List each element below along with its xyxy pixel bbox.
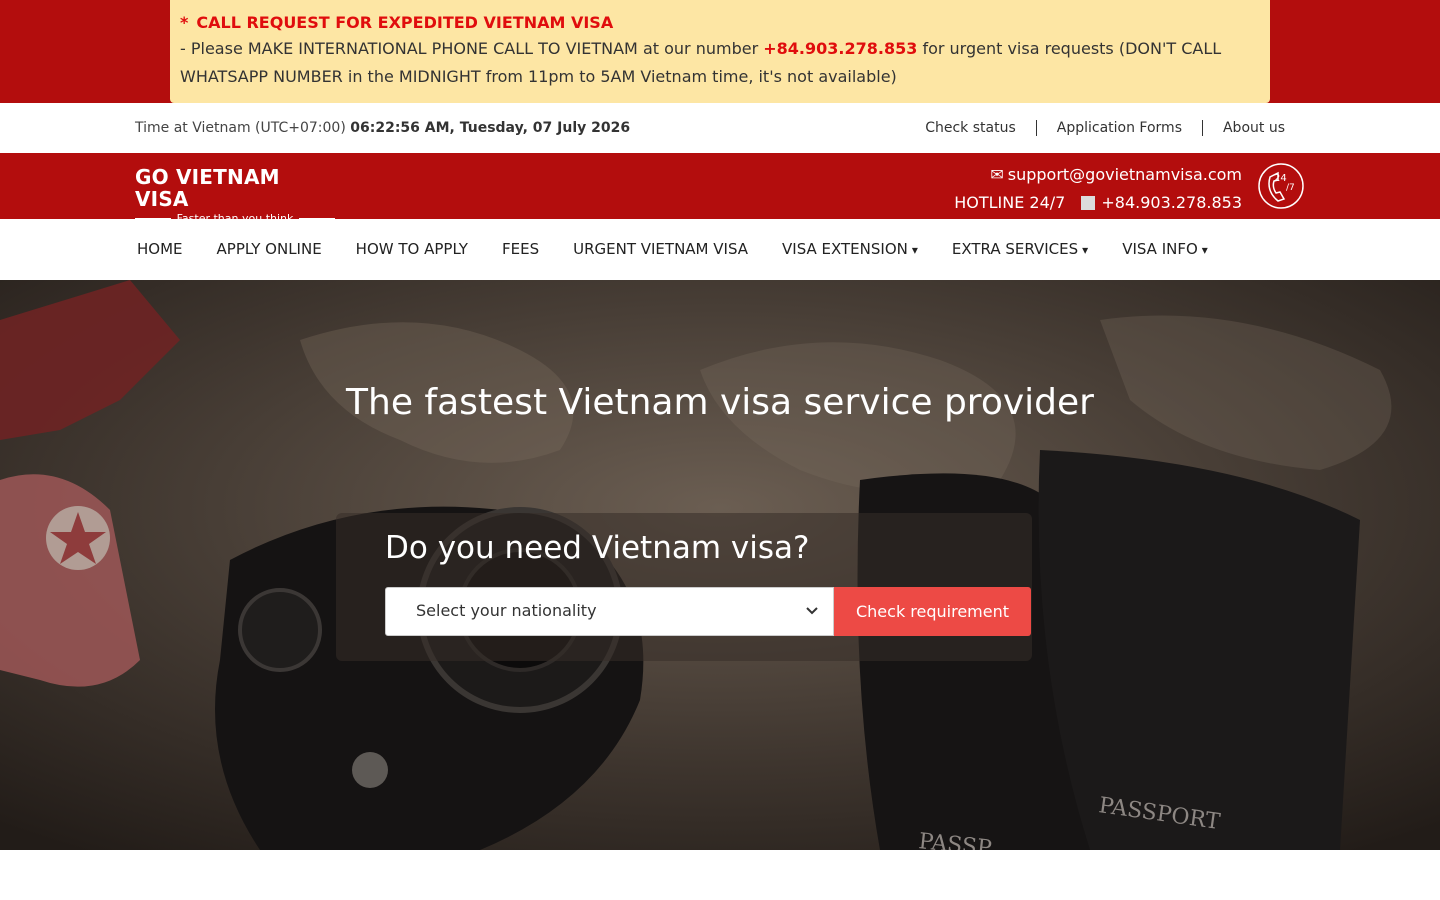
nationality-search-panel: Do you need Vietnam visa? Select your na… <box>336 513 1032 661</box>
urgent-alert-strip: * CALL REQUEST FOR EXPEDITED VIETNAM VISA… <box>0 0 1440 103</box>
application-forms-link[interactable]: Application Forms <box>1035 120 1202 136</box>
utility-links: Check status Application Forms About us <box>905 120 1285 136</box>
search-question: Do you need Vietnam visa? <box>385 530 810 566</box>
nav-visa-info-label: VISA INFO <box>1122 240 1198 258</box>
envelope-icon: ✉ <box>990 165 1004 184</box>
email-row: ✉ support@govietnamvisa.com <box>954 161 1242 189</box>
alert-phone-link[interactable]: +84.903.278.853 <box>763 39 917 58</box>
vietnam-time: Time at Vietnam (UTC+07:00) 06:22:56 AM,… <box>135 120 630 136</box>
check-status-link[interactable]: Check status <box>905 120 1036 136</box>
alert-title-text: CALL REQUEST FOR EXPEDITED VIETNAM VISA <box>196 13 614 32</box>
hotline-label: HOTLINE 24/7 <box>954 193 1066 212</box>
alert-title: * CALL REQUEST FOR EXPEDITED VIETNAM VISA <box>180 12 1260 34</box>
alert-star: * <box>180 13 189 32</box>
check-requirement-button[interactable]: Check requirement <box>834 587 1031 636</box>
contact-info: ✉ support@govietnamvisa.com HOTLINE 24/7 +… <box>954 161 1242 217</box>
nav-how-to-apply[interactable]: HOW TO APPLY <box>356 240 468 258</box>
hero-banner: PASSPORT PASSP The fastest Vietnam visa … <box>0 280 1440 850</box>
time-value: 06:22:56 AM, Tuesday, 07 July 2026 <box>350 120 631 136</box>
hotline-row: HOTLINE 24/7 +84.903.278.853 <box>954 189 1242 217</box>
utility-bar: Time at Vietnam (UTC+07:00) 06:22:56 AM,… <box>0 103 1440 153</box>
nav-extra-services-label: EXTRA SERVICES <box>951 240 1079 258</box>
support-email-link[interactable]: support@govietnamvisa.com <box>1008 165 1242 184</box>
support-24-7-icon: 24 /7 <box>1258 163 1304 209</box>
chevron-down-icon: ▾ <box>1201 243 1208 257</box>
nav-fees[interactable]: FEES <box>502 240 539 258</box>
urgent-alert-box: * CALL REQUEST FOR EXPEDITED VIETNAM VISA… <box>170 0 1270 103</box>
page-content-start <box>0 850 1440 900</box>
nav-home[interactable]: HOME <box>137 240 183 258</box>
nav-apply-online[interactable]: APPLY ONLINE <box>217 240 322 258</box>
nav-visa-extension[interactable]: VISA EXTENSION ▾ <box>782 240 918 258</box>
logo-title: GO VIETNAM VISA <box>135 165 280 211</box>
hero-title: The fastest Vietnam visa service provide… <box>346 382 1094 423</box>
alert-body-before: - Please MAKE INTERNATIONAL PHONE CALL T… <box>180 39 759 58</box>
chevron-down-icon <box>806 607 818 615</box>
hotline-number-link[interactable]: +84.903.278.853 <box>1101 193 1242 212</box>
chevron-down-icon: ▾ <box>1082 243 1089 257</box>
nationality-select[interactable]: Select your nationality <box>385 587 834 636</box>
nav-visa-extension-label: VISA EXTENSION <box>782 240 908 258</box>
badge-24-text: 24 <box>1274 173 1287 184</box>
nav-urgent-vietnam-visa[interactable]: URGENT VIETNAM VISA <box>573 240 748 258</box>
about-us-link[interactable]: About us <box>1201 120 1285 136</box>
nav-visa-info[interactable]: VISA INFO ▾ <box>1122 240 1208 258</box>
site-logo[interactable]: GO VIETNAM VISA Faster than you think <box>135 166 335 225</box>
nationality-select-value: Select your nationality <box>416 601 597 620</box>
alert-body: - Please MAKE INTERNATIONAL PHONE CALL T… <box>180 35 1260 91</box>
badge-7-text: /7 <box>1286 183 1295 193</box>
chevron-down-icon: ▾ <box>911 243 918 257</box>
nav-extra-services[interactable]: EXTRA SERVICES ▾ <box>952 240 1088 258</box>
time-label: Time at Vietnam (UTC+07:00) <box>135 120 346 136</box>
phone-flag-icon <box>1081 196 1096 210</box>
main-navigation: HOME APPLY ONLINE HOW TO APPLY FEES URGE… <box>0 219 1440 280</box>
brand-bar: GO VIETNAM VISA Faster than you think ✉s… <box>0 153 1440 225</box>
